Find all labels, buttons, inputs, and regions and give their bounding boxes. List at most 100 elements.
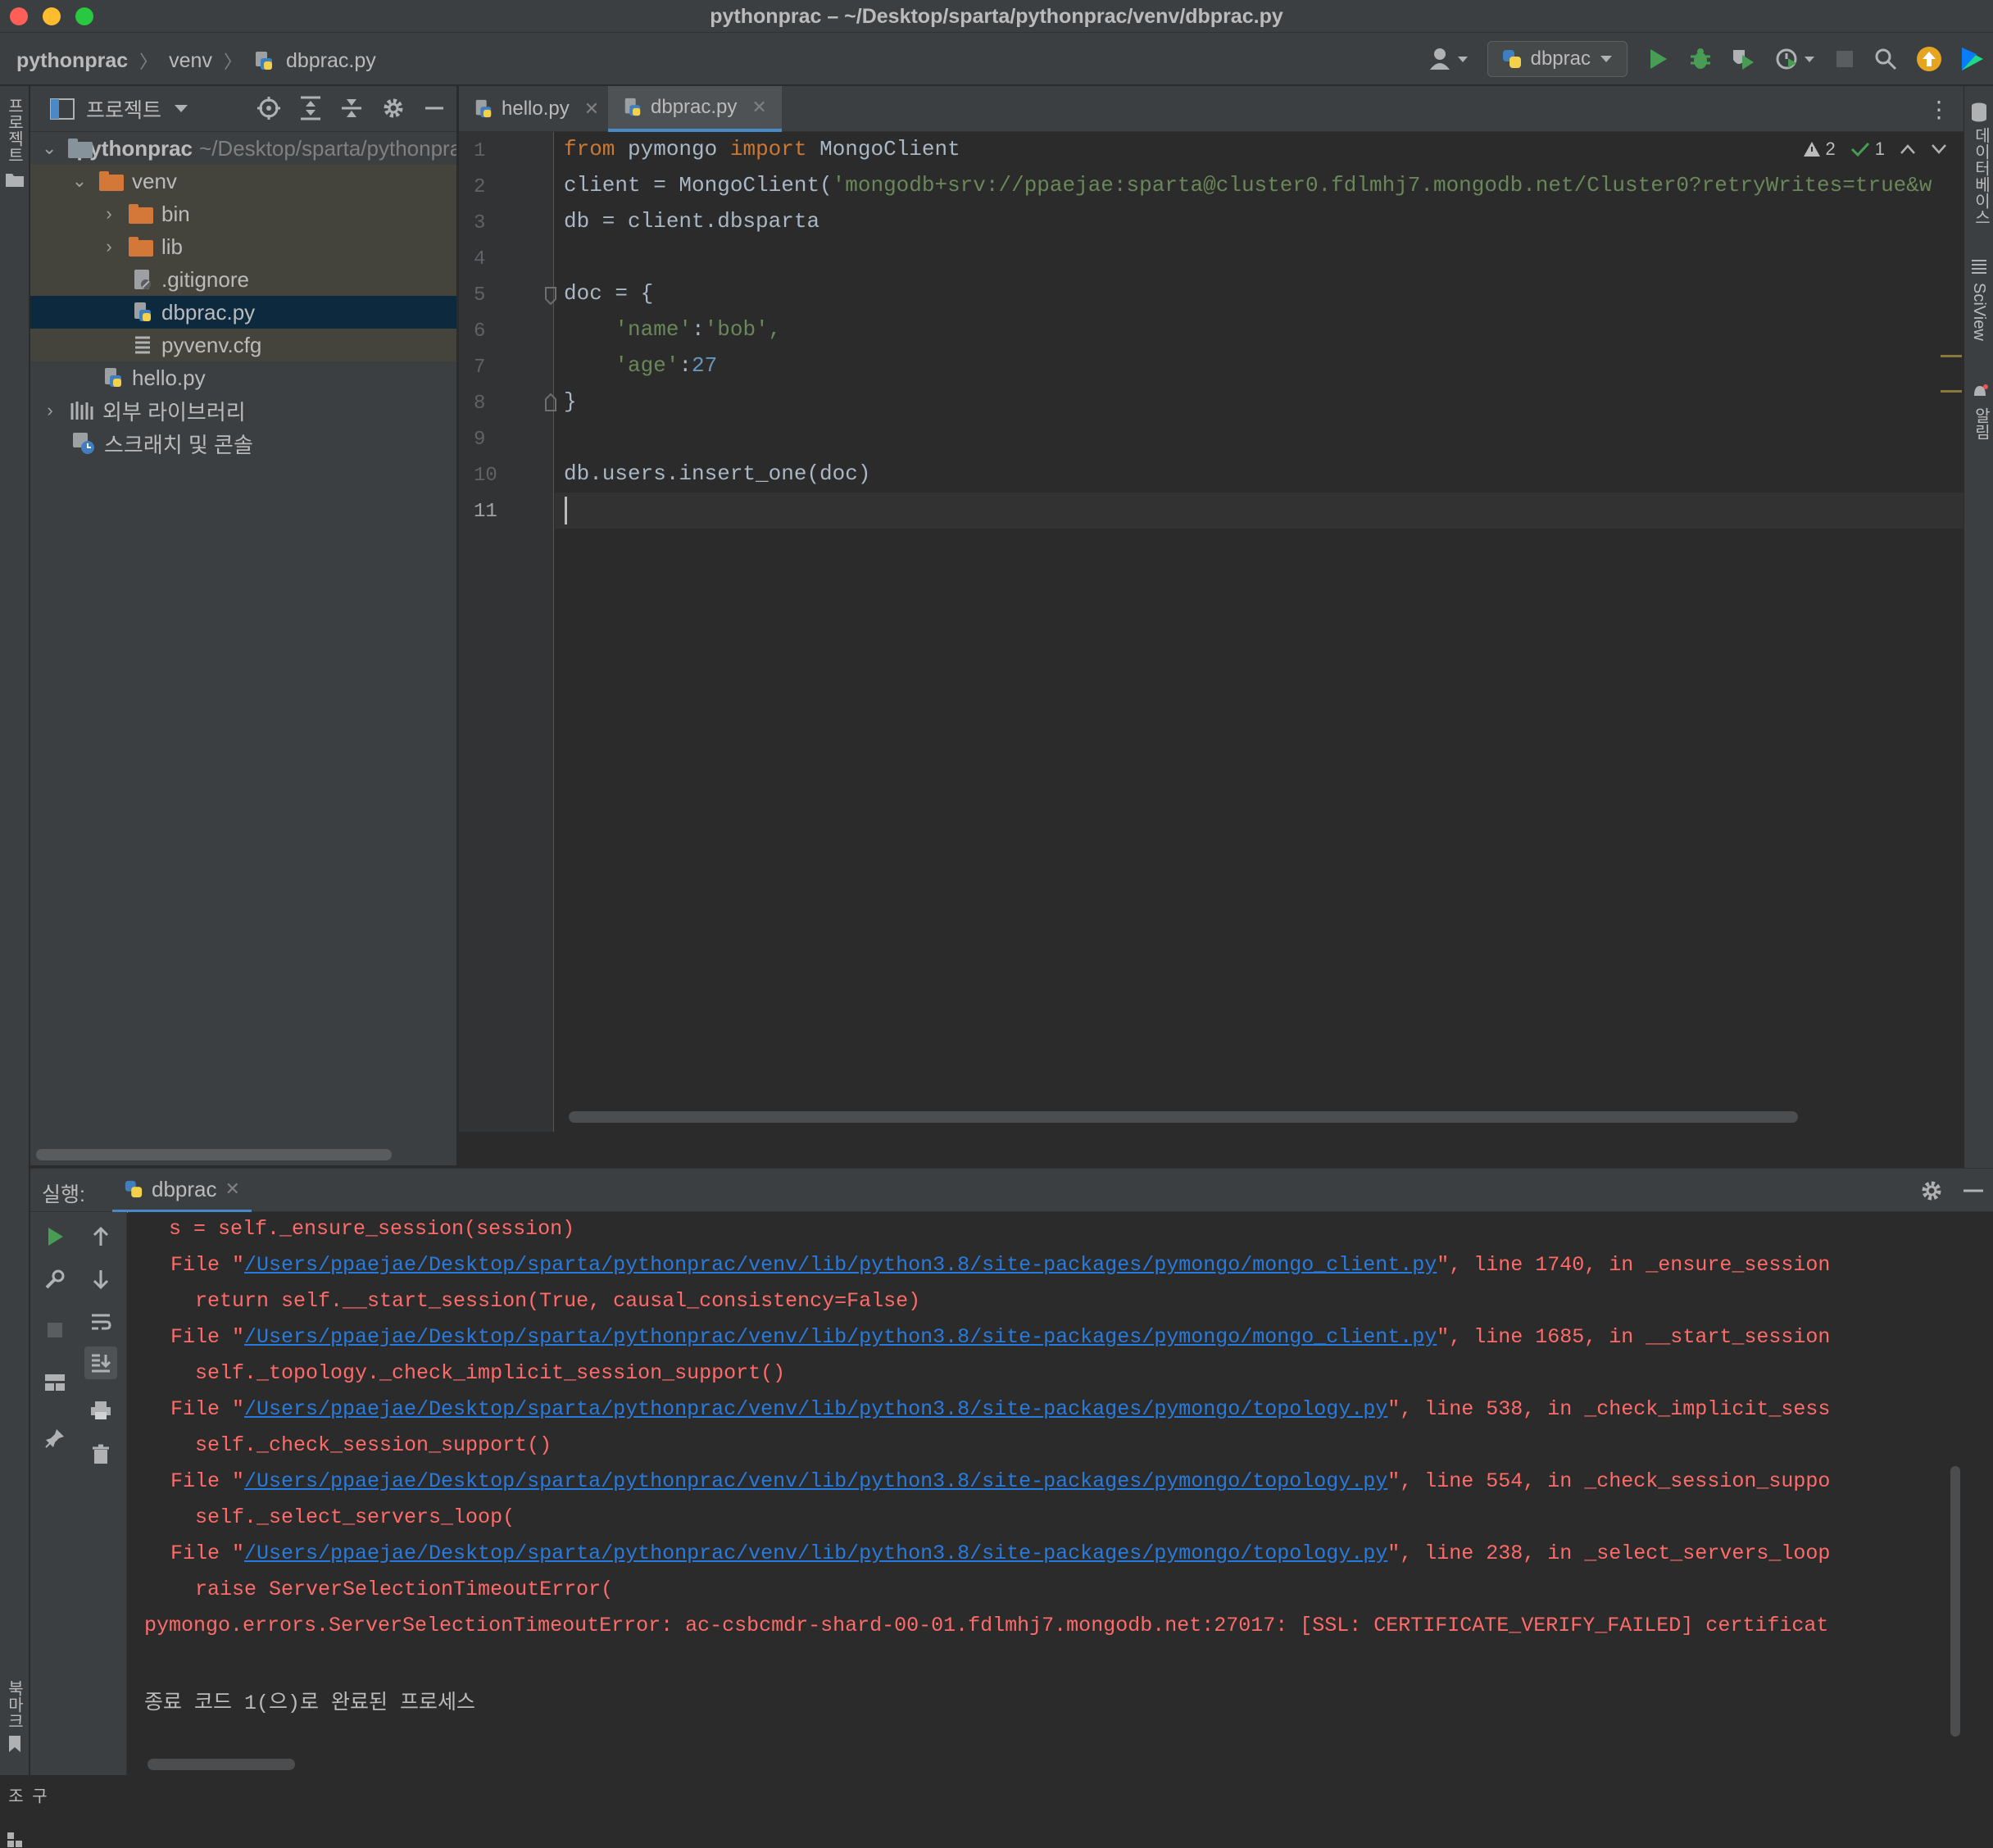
- database-icon[interactable]: [1971, 102, 1987, 122]
- notifications-bell-icon[interactable]: [1971, 383, 1989, 401]
- close-tab-icon[interactable]: ✕: [751, 97, 766, 118]
- tab-hello-py[interactable]: hello.py ✕: [459, 86, 614, 132]
- project-panel-header: 프로젝트: [30, 86, 456, 132]
- config-file-icon: [135, 336, 150, 354]
- gear-icon[interactable]: [381, 96, 406, 120]
- rerun-icon[interactable]: [39, 1220, 71, 1253]
- collapse-all-icon[interactable]: [340, 96, 363, 120]
- window-title: pythonprac – ~/Desktop/sparta/pythonprac…: [710, 5, 1283, 28]
- bookmarks-tool-window-label[interactable]: 북마크: [2, 1680, 26, 1729]
- tree-item-hello-py[interactable]: hello.py: [30, 361, 456, 394]
- breadcrumb-folder[interactable]: venv: [169, 49, 212, 73]
- tree-item-venv[interactable]: ⌄ venv: [30, 165, 456, 198]
- tree-item-bin[interactable]: › bin: [30, 198, 456, 230]
- bookmark-icon[interactable]: [7, 1735, 23, 1753]
- fold-icon[interactable]: [544, 393, 557, 412]
- expand-all-icon[interactable]: [299, 96, 322, 120]
- folder-icon[interactable]: [5, 171, 25, 188]
- tree-item-label: bin: [161, 201, 190, 226]
- run-icon[interactable]: [1646, 47, 1670, 71]
- profile-icon[interactable]: [1775, 47, 1816, 71]
- chevron-up-icon[interactable]: [1900, 143, 1916, 155]
- stack-trace-link[interactable]: /Users/ppaejae/Desktop/sparta/pythonprac…: [244, 1469, 1387, 1493]
- pin-icon[interactable]: [39, 1422, 71, 1455]
- stack-trace-link[interactable]: /Users/ppaejae/Desktop/sparta/pythonprac…: [244, 1253, 1437, 1277]
- tree-item-dbprac-py[interactable]: dbprac.py: [30, 296, 456, 329]
- stop-icon[interactable]: [1834, 48, 1855, 70]
- minimize-panel-icon[interactable]: [1962, 1180, 1985, 1201]
- warning-marker[interactable]: [1941, 390, 1962, 393]
- notifications-tool-window-label[interactable]: 알림: [1969, 407, 1993, 440]
- more-actions-icon[interactable]: ⋮: [1927, 96, 1950, 123]
- trash-icon[interactable]: [84, 1438, 117, 1471]
- run-tab-dbprac[interactable]: dbprac ✕: [112, 1169, 252, 1213]
- layout-icon[interactable]: [39, 1366, 71, 1399]
- stack-trace-link[interactable]: /Users/ppaejae/Desktop/sparta/pythonprac…: [244, 1542, 1387, 1565]
- chevron-down-icon[interactable]: [1931, 143, 1947, 155]
- chevron-down-icon[interactable]: ⌄: [71, 170, 88, 192]
- vcs-user-icon[interactable]: [1428, 47, 1469, 71]
- chevron-right-icon[interactable]: ›: [101, 203, 117, 225]
- run-configuration-dropdown[interactable]: dbprac: [1487, 41, 1628, 77]
- close-tab-icon[interactable]: ✕: [584, 98, 599, 120]
- project-panel-title[interactable]: 프로젝트: [86, 94, 161, 124]
- inspection-widget[interactable]: 2 1: [1803, 138, 1948, 160]
- chevron-down-icon[interactable]: [173, 103, 189, 115]
- chevron-right-icon[interactable]: ›: [42, 400, 58, 421]
- chevron-down-icon[interactable]: ⌄: [42, 138, 57, 159]
- tree-item-lib[interactable]: › lib: [30, 230, 456, 263]
- tree-item-pyvenv-cfg[interactable]: pyvenv.cfg: [30, 329, 456, 361]
- database-tool-window-label[interactable]: 데이터베이스: [1969, 127, 1993, 225]
- sciview-tool-window-label[interactable]: SciView: [1969, 283, 1988, 341]
- console-horizontal-scrollbar[interactable]: [148, 1759, 295, 1770]
- sciview-icon[interactable]: [1971, 258, 1987, 275]
- warning-marker[interactable]: [1941, 355, 1962, 357]
- structure-tool-window-label[interactable]: 구조: [2, 1787, 50, 1804]
- project-tool-window-label[interactable]: 프로젝트: [2, 98, 26, 163]
- breadcrumb-root[interactable]: pythonprac: [16, 49, 128, 73]
- arrow-down-icon[interactable]: [84, 1263, 117, 1296]
- print-icon[interactable]: [84, 1394, 117, 1427]
- string-literal: 'bob',: [704, 317, 782, 342]
- debug-icon[interactable]: [1688, 47, 1713, 71]
- breadcrumb-file[interactable]: dbprac.py: [286, 49, 376, 73]
- locate-file-icon[interactable]: [257, 96, 281, 120]
- arrow-up-icon[interactable]: [84, 1220, 117, 1253]
- chevron-right-icon[interactable]: ›: [101, 236, 117, 257]
- tree-item-pythonprac[interactable]: ⌄ pythonprac ~/Desktop/sparta/pythonprac: [30, 132, 456, 165]
- console-vertical-scrollbar[interactable]: [1945, 1212, 1963, 1775]
- run-with-coverage-icon[interactable]: [1731, 47, 1757, 71]
- fold-icon[interactable]: [544, 286, 557, 306]
- code-line: }: [564, 389, 577, 414]
- stop-icon[interactable]: [39, 1314, 71, 1346]
- close-tab-icon[interactable]: ✕: [225, 1178, 240, 1200]
- minimize-panel-icon[interactable]: [424, 98, 445, 119]
- scroll-to-end-icon[interactable]: [84, 1346, 117, 1379]
- line-number: 5: [474, 284, 486, 306]
- keyword: from: [564, 137, 615, 161]
- code-editor[interactable]: 1 2 3 4 5 6 7 8 9 10 11 from pymongo imp…: [459, 132, 1963, 1132]
- tree-item-gitignore[interactable]: .gitignore: [30, 263, 456, 296]
- stack-trace-link[interactable]: /Users/ppaejae/Desktop/sparta/pythonprac…: [244, 1397, 1387, 1421]
- tree-item-scratches[interactable]: 스크래치 및 콘솔: [30, 427, 456, 460]
- tab-dbprac-py[interactable]: dbprac.py ✕: [608, 86, 782, 132]
- tree-item-external-libraries[interactable]: › 외부 라이브러리: [30, 394, 456, 427]
- tree-horizontal-scrollbar[interactable]: [36, 1149, 392, 1160]
- tab-label: dbprac.py: [651, 96, 738, 118]
- editor-horizontal-scrollbar[interactable]: [569, 1111, 1798, 1123]
- code-text: client = MongoClient(: [564, 173, 833, 198]
- structure-icon[interactable]: [7, 1832, 23, 1848]
- console-line: File "/Users/ppaejae/Desktop/sparta/pyth…: [170, 1397, 1831, 1421]
- wrench-icon[interactable]: [39, 1263, 71, 1296]
- check-count: 1: [1874, 138, 1885, 159]
- code-line: 'name':'bob',: [564, 317, 781, 342]
- gear-icon[interactable]: [1919, 1178, 1944, 1203]
- keyword: import: [729, 137, 807, 161]
- console-output[interactable]: s = self._ensure_session(session) File "…: [128, 1212, 1963, 1775]
- search-icon[interactable]: [1873, 47, 1898, 71]
- ide-update-icon[interactable]: [1916, 46, 1942, 72]
- stack-trace-link[interactable]: /Users/ppaejae/Desktop/sparta/pythonprac…: [244, 1325, 1437, 1349]
- jetbrains-logo-icon[interactable]: [1960, 46, 1985, 72]
- scrollbar-thumb[interactable]: [1950, 1466, 1960, 1737]
- soft-wrap-icon[interactable]: [84, 1305, 117, 1338]
